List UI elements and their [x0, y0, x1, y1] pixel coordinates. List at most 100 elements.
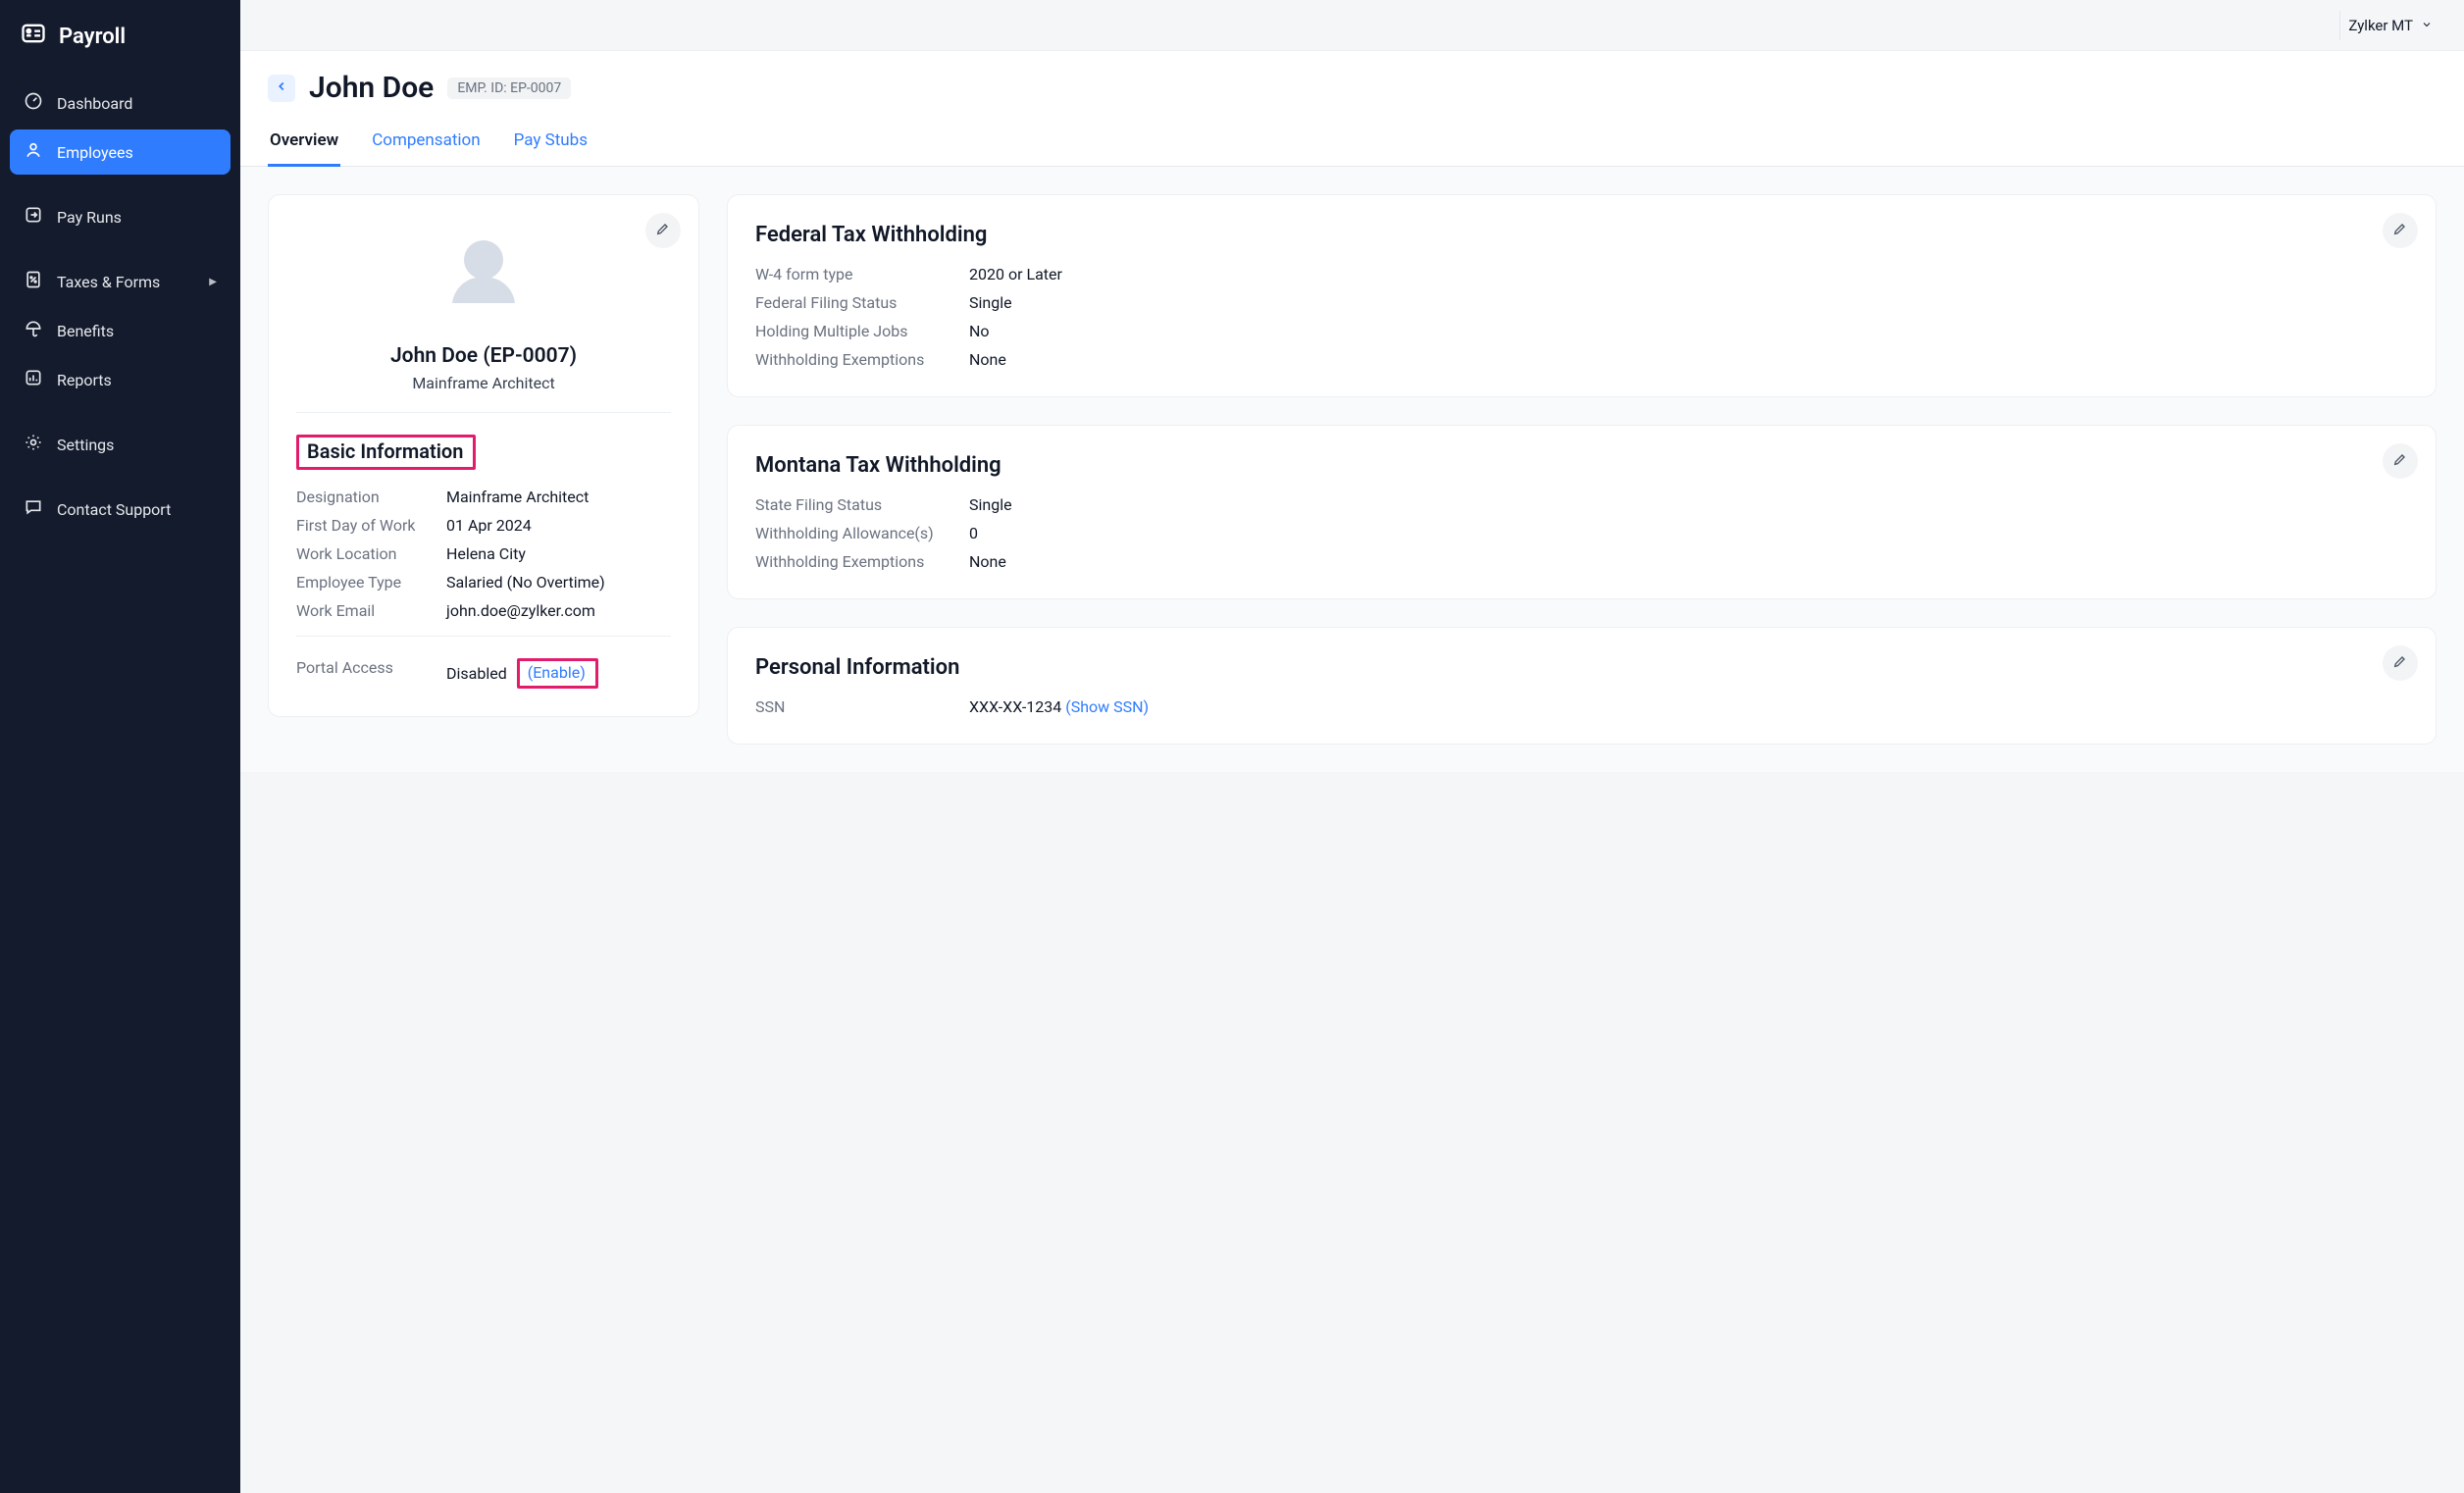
label-withholding-allowance: Withholding Allowance(s)	[755, 524, 951, 542]
brand[interactable]: Payroll	[0, 12, 240, 73]
label-federal-filing: Federal Filing Status	[755, 293, 951, 312]
tab-label: Pay Stubs	[514, 130, 588, 150]
tab-label: Compensation	[372, 130, 480, 150]
basic-info-list: Designation Mainframe Architect First Da…	[296, 488, 671, 620]
sidebar-item-label: Benefits	[57, 322, 114, 340]
sidebar-item-reports[interactable]: Reports	[10, 357, 231, 402]
value-withholding-allowance: 0	[969, 524, 2408, 542]
umbrella-icon	[24, 319, 43, 342]
sidebar-item-label: Dashboard	[57, 94, 132, 113]
sidebar-item-settings[interactable]: Settings	[10, 422, 231, 467]
sidebar-item-dashboard[interactable]: Dashboard	[10, 80, 231, 126]
main: Zylker MT John Doe EMP. ID: EP-0007 Over…	[240, 0, 2464, 1493]
sidebar-item-label: Reports	[57, 371, 112, 389]
state-tax-list: State Filing Status Single Withholding A…	[755, 495, 2408, 571]
label-portal-access: Portal Access	[296, 658, 429, 689]
tab-label: Overview	[270, 130, 338, 150]
sidebar-item-pay-runs[interactable]: Pay Runs	[10, 194, 231, 239]
personal-info-list: SSN XXX-XX-1234 (Show SSN)	[755, 697, 2408, 716]
profile-name: John Doe (EP-0007)	[296, 344, 671, 368]
label-employee-type: Employee Type	[296, 573, 429, 592]
edit-federal-tax-button[interactable]	[2383, 213, 2418, 248]
value-state-filing: Single	[969, 495, 2408, 514]
label-state-exemptions: Withholding Exemptions	[755, 552, 951, 571]
sidebar-item-label: Employees	[57, 143, 133, 162]
personal-info-card: Personal Information SSN XXX-XX-1234 (Sh…	[727, 627, 2437, 745]
value-first-day: 01 Apr 2024	[446, 516, 671, 535]
value-designation: Mainframe Architect	[446, 488, 671, 506]
federal-tax-card: Federal Tax Withholding W-4 form type 20…	[727, 194, 2437, 397]
pencil-icon	[2392, 451, 2408, 471]
label-multiple-jobs: Holding Multiple Jobs	[755, 322, 951, 340]
brand-name: Payroll	[59, 25, 126, 49]
value-ssn: XXX-XX-1234	[969, 697, 1061, 716]
pencil-icon	[2392, 653, 2408, 673]
value-work-location: Helena City	[446, 544, 671, 563]
sidebar-item-label: Taxes & Forms	[57, 273, 160, 291]
chevron-down-icon	[2421, 17, 2433, 34]
chat-icon	[24, 497, 43, 521]
label-first-day: First Day of Work	[296, 516, 429, 535]
federal-tax-heading: Federal Tax Withholding	[755, 223, 2408, 247]
edit-personal-info-button[interactable]	[2383, 645, 2418, 681]
state-tax-heading: Montana Tax Withholding	[755, 453, 2408, 478]
federal-tax-list: W-4 form type 2020 or Later Federal Fili…	[755, 265, 2408, 369]
label-designation: Designation	[296, 488, 429, 506]
page-title: John Doe	[309, 71, 434, 105]
sidebar-item-contact-support[interactable]: Contact Support	[10, 487, 231, 532]
tab-overview[interactable]: Overview	[268, 123, 340, 167]
value-portal-access: Disabled	[446, 664, 507, 683]
pencil-icon	[655, 221, 671, 240]
org-name: Zylker MT	[2348, 17, 2413, 34]
edit-state-tax-button[interactable]	[2383, 443, 2418, 479]
label-work-location: Work Location	[296, 544, 429, 563]
enable-portal-access-link[interactable]: (Enable)	[517, 658, 598, 689]
sidebar-item-label: Pay Runs	[57, 208, 122, 227]
sidebar-item-label: Contact Support	[57, 500, 171, 519]
payroll-logo-icon	[20, 20, 47, 53]
body-grid: John Doe (EP-0007) Mainframe Architect B…	[240, 167, 2464, 772]
gear-icon	[24, 433, 43, 456]
show-ssn-link[interactable]: (Show SSN)	[1065, 697, 1149, 716]
edit-profile-button[interactable]	[645, 213, 681, 248]
bar-chart-icon	[24, 368, 43, 391]
chevron-left-icon	[275, 78, 288, 97]
value-multiple-jobs: No	[969, 322, 2408, 340]
value-state-exemptions: None	[969, 552, 2408, 571]
arrow-box-icon	[24, 205, 43, 229]
portal-access-row: Portal Access Disabled (Enable)	[296, 658, 671, 689]
chevron-right-icon: ▶	[209, 277, 217, 287]
back-button[interactable]	[268, 75, 295, 102]
label-w4-type: W-4 form type	[755, 265, 951, 283]
value-federal-filing: Single	[969, 293, 2408, 312]
gauge-icon	[24, 91, 43, 115]
tab-pay-stubs[interactable]: Pay Stubs	[512, 123, 590, 166]
profile-job-title: Mainframe Architect	[296, 374, 671, 392]
percent-doc-icon	[24, 270, 43, 293]
tab-compensation[interactable]: Compensation	[370, 123, 482, 166]
page-header: John Doe EMP. ID: EP-0007	[240, 71, 2464, 113]
sidebar-item-benefits[interactable]: Benefits	[10, 308, 231, 353]
sidebar-nav: Dashboard Employees Pay Runs Taxes & For…	[0, 73, 240, 540]
label-state-filing: State Filing Status	[755, 495, 951, 514]
state-tax-card: Montana Tax Withholding State Filing Sta…	[727, 425, 2437, 599]
value-withholding-exemptions: None	[969, 350, 2408, 369]
employee-id-badge: EMP. ID: EP-0007	[447, 77, 571, 99]
sidebar-item-employees[interactable]: Employees	[10, 129, 231, 175]
value-employee-type: Salaried (No Overtime)	[446, 573, 671, 592]
sidebar-item-label: Settings	[57, 436, 114, 454]
label-withholding-exemptions: Withholding Exemptions	[755, 350, 951, 369]
profile-card: John Doe (EP-0007) Mainframe Architect B…	[268, 194, 699, 717]
value-w4-type: 2020 or Later	[969, 265, 2408, 283]
sidebar-item-taxes-forms[interactable]: Taxes & Forms ▶	[10, 259, 231, 304]
person-icon	[24, 140, 43, 164]
sidebar: Payroll Dashboard Employees Pay Runs Tax…	[0, 0, 240, 1493]
pencil-icon	[2392, 221, 2408, 240]
avatar	[435, 223, 533, 321]
tabs: Overview Compensation Pay Stubs	[240, 113, 2464, 167]
topbar: Zylker MT	[240, 0, 2464, 51]
basic-info-heading: Basic Information	[296, 435, 476, 470]
personal-info-heading: Personal Information	[755, 655, 2408, 680]
label-ssn: SSN	[755, 697, 951, 716]
org-switcher[interactable]: Zylker MT	[2339, 11, 2440, 40]
